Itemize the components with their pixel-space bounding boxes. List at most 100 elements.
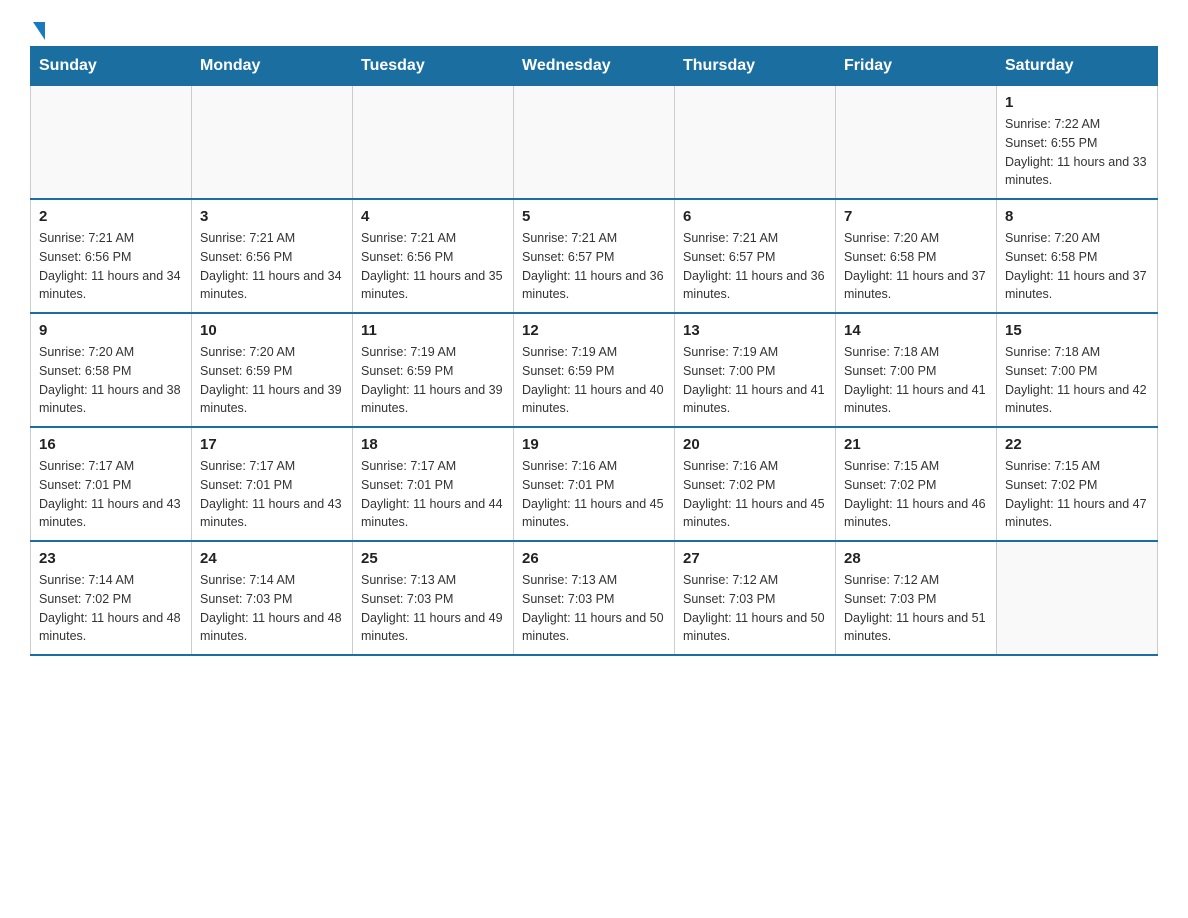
calendar-cell: 17 Sunrise: 7:17 AM Sunset: 7:01 PM Dayli…: [192, 427, 353, 541]
weekday-header-wednesday: Wednesday: [514, 47, 675, 86]
day-number: 12: [522, 322, 666, 339]
day-number: 1: [1005, 94, 1149, 111]
day-number: 8: [1005, 208, 1149, 225]
day-info: Sunrise: 7:17 AM Sunset: 7:01 PM Dayligh…: [39, 457, 183, 532]
calendar-cell: 11 Sunrise: 7:19 AM Sunset: 6:59 PM Dayli…: [353, 313, 514, 427]
day-number: 4: [361, 208, 505, 225]
calendar-cell: 23 Sunrise: 7:14 AM Sunset: 7:02 PM Dayli…: [31, 541, 192, 655]
calendar-cell: 18 Sunrise: 7:17 AM Sunset: 7:01 PM Dayli…: [353, 427, 514, 541]
calendar-cell: 25 Sunrise: 7:13 AM Sunset: 7:03 PM Dayli…: [353, 541, 514, 655]
calendar-cell: 26Sunrise: 7:13 AM Sunset: 7:03 PM Dayli…: [514, 541, 675, 655]
day-number: 22: [1005, 436, 1149, 453]
day-number: 21: [844, 436, 988, 453]
calendar-cell: 19 Sunrise: 7:16 AM Sunset: 7:01 PM Dayli…: [514, 427, 675, 541]
day-info: Sunrise: 7:22 AM Sunset: 6:55 PM Dayligh…: [1005, 115, 1149, 190]
day-info: Sunrise: 7:12 AM Sunset: 7:03 PM Dayligh…: [844, 571, 988, 646]
logo-triangle-icon: [33, 22, 45, 40]
day-info: Sunrise: 7:13 AM Sunset: 7:03 PM Dayligh…: [361, 571, 505, 646]
day-number: 27: [683, 550, 827, 567]
calendar-cell: [997, 541, 1158, 655]
calendar-cell: 12 Sunrise: 7:19 AM Sunset: 6:59 PM Dayli…: [514, 313, 675, 427]
calendar-cell: 28 Sunrise: 7:12 AM Sunset: 7:03 PM Dayli…: [836, 541, 997, 655]
calendar-cell: 4 Sunrise: 7:21 AM Sunset: 6:56 PM Daylig…: [353, 199, 514, 313]
calendar-cell: 22 Sunrise: 7:15 AM Sunset: 7:02 PM Dayli…: [997, 427, 1158, 541]
calendar-cell: 20 Sunrise: 7:16 AM Sunset: 7:02 PM Dayli…: [675, 427, 836, 541]
calendar-cell: [353, 86, 514, 200]
calendar-cell: 24 Sunrise: 7:14 AM Sunset: 7:03 PM Dayli…: [192, 541, 353, 655]
calendar-cell: 10 Sunrise: 7:20 AM Sunset: 6:59 PM Dayli…: [192, 313, 353, 427]
day-number: 20: [683, 436, 827, 453]
day-info: Sunrise: 7:21 AM Sunset: 6:57 PM Dayligh…: [683, 229, 827, 304]
calendar-cell: 8 Sunrise: 7:20 AM Sunset: 6:58 PM Daylig…: [997, 199, 1158, 313]
calendar-cell: 1 Sunrise: 7:22 AM Sunset: 6:55 PM Daylig…: [997, 86, 1158, 200]
day-number: 24: [200, 550, 344, 567]
weekday-header-monday: Monday: [192, 47, 353, 86]
calendar-week-row: 2 Sunrise: 7:21 AM Sunset: 6:56 PM Daylig…: [31, 199, 1158, 313]
day-info: Sunrise: 7:20 AM Sunset: 6:58 PM Dayligh…: [1005, 229, 1149, 304]
day-info: Sunrise: 7:18 AM Sunset: 7:00 PM Dayligh…: [1005, 343, 1149, 418]
day-number: 3: [200, 208, 344, 225]
day-number: 17: [200, 436, 344, 453]
day-number: 11: [361, 322, 505, 339]
day-info: Sunrise: 7:21 AM Sunset: 6:56 PM Dayligh…: [39, 229, 183, 304]
day-number: 18: [361, 436, 505, 453]
calendar-cell: [31, 86, 192, 200]
day-number: 9: [39, 322, 183, 339]
day-number: 23: [39, 550, 183, 567]
day-number: 13: [683, 322, 827, 339]
day-info: Sunrise: 7:19 AM Sunset: 6:59 PM Dayligh…: [361, 343, 505, 418]
calendar-cell: 9 Sunrise: 7:20 AM Sunset: 6:58 PM Daylig…: [31, 313, 192, 427]
day-number: 15: [1005, 322, 1149, 339]
weekday-header-sunday: Sunday: [31, 47, 192, 86]
calendar-cell: 15 Sunrise: 7:18 AM Sunset: 7:00 PM Dayli…: [997, 313, 1158, 427]
day-info: Sunrise: 7:18 AM Sunset: 7:00 PM Dayligh…: [844, 343, 988, 418]
day-info: Sunrise: 7:14 AM Sunset: 7:02 PM Dayligh…: [39, 571, 183, 646]
calendar-cell: 16 Sunrise: 7:17 AM Sunset: 7:01 PM Dayli…: [31, 427, 192, 541]
weekday-header-thursday: Thursday: [675, 47, 836, 86]
day-info: Sunrise: 7:19 AM Sunset: 6:59 PM Dayligh…: [522, 343, 666, 418]
day-info: Sunrise: 7:14 AM Sunset: 7:03 PM Dayligh…: [200, 571, 344, 646]
day-info: Sunrise: 7:21 AM Sunset: 6:57 PM Dayligh…: [522, 229, 666, 304]
day-info: Sunrise: 7:16 AM Sunset: 7:02 PM Dayligh…: [683, 457, 827, 532]
calendar-table: SundayMondayTuesdayWednesdayThursdayFrid…: [30, 46, 1158, 656]
day-number: 28: [844, 550, 988, 567]
day-info: Sunrise: 7:17 AM Sunset: 7:01 PM Dayligh…: [361, 457, 505, 532]
calendar-cell: [675, 86, 836, 200]
calendar-week-row: 23 Sunrise: 7:14 AM Sunset: 7:02 PM Dayli…: [31, 541, 1158, 655]
day-number: 16: [39, 436, 183, 453]
calendar-week-row: 16 Sunrise: 7:17 AM Sunset: 7:01 PM Dayli…: [31, 427, 1158, 541]
calendar-cell: 3 Sunrise: 7:21 AM Sunset: 6:56 PM Daylig…: [192, 199, 353, 313]
calendar-cell: 7Sunrise: 7:20 AM Sunset: 6:58 PM Daylig…: [836, 199, 997, 313]
day-info: Sunrise: 7:15 AM Sunset: 7:02 PM Dayligh…: [1005, 457, 1149, 532]
day-number: 10: [200, 322, 344, 339]
day-number: 2: [39, 208, 183, 225]
weekday-header-row: SundayMondayTuesdayWednesdayThursdayFrid…: [31, 47, 1158, 86]
calendar-cell: 2 Sunrise: 7:21 AM Sunset: 6:56 PM Daylig…: [31, 199, 192, 313]
day-info: Sunrise: 7:16 AM Sunset: 7:01 PM Dayligh…: [522, 457, 666, 532]
calendar-cell: 6 Sunrise: 7:21 AM Sunset: 6:57 PM Daylig…: [675, 199, 836, 313]
calendar-cell: 21 Sunrise: 7:15 AM Sunset: 7:02 PM Dayli…: [836, 427, 997, 541]
day-info: Sunrise: 7:12 AM Sunset: 7:03 PM Dayligh…: [683, 571, 827, 646]
day-number: 19: [522, 436, 666, 453]
weekday-header-friday: Friday: [836, 47, 997, 86]
day-info: Sunrise: 7:21 AM Sunset: 6:56 PM Dayligh…: [200, 229, 344, 304]
calendar-cell: 13 Sunrise: 7:19 AM Sunset: 7:00 PM Dayli…: [675, 313, 836, 427]
day-info: Sunrise: 7:17 AM Sunset: 7:01 PM Dayligh…: [200, 457, 344, 532]
day-number: 6: [683, 208, 827, 225]
logo: [30, 20, 45, 36]
day-number: 5: [522, 208, 666, 225]
day-info: Sunrise: 7:19 AM Sunset: 7:00 PM Dayligh…: [683, 343, 827, 418]
day-number: 14: [844, 322, 988, 339]
calendar-cell: [192, 86, 353, 200]
day-info: Sunrise: 7:20 AM Sunset: 6:59 PM Dayligh…: [200, 343, 344, 418]
calendar-cell: 27 Sunrise: 7:12 AM Sunset: 7:03 PM Dayli…: [675, 541, 836, 655]
page-header: [30, 20, 1158, 36]
day-info: Sunrise: 7:13 AM Sunset: 7:03 PM Dayligh…: [522, 571, 666, 646]
day-info: Sunrise: 7:20 AM Sunset: 6:58 PM Dayligh…: [39, 343, 183, 418]
calendar-week-row: 1 Sunrise: 7:22 AM Sunset: 6:55 PM Daylig…: [31, 86, 1158, 200]
day-number: 7: [844, 208, 988, 225]
day-number: 25: [361, 550, 505, 567]
day-info: Sunrise: 7:21 AM Sunset: 6:56 PM Dayligh…: [361, 229, 505, 304]
calendar-cell: [514, 86, 675, 200]
day-info: Sunrise: 7:15 AM Sunset: 7:02 PM Dayligh…: [844, 457, 988, 532]
